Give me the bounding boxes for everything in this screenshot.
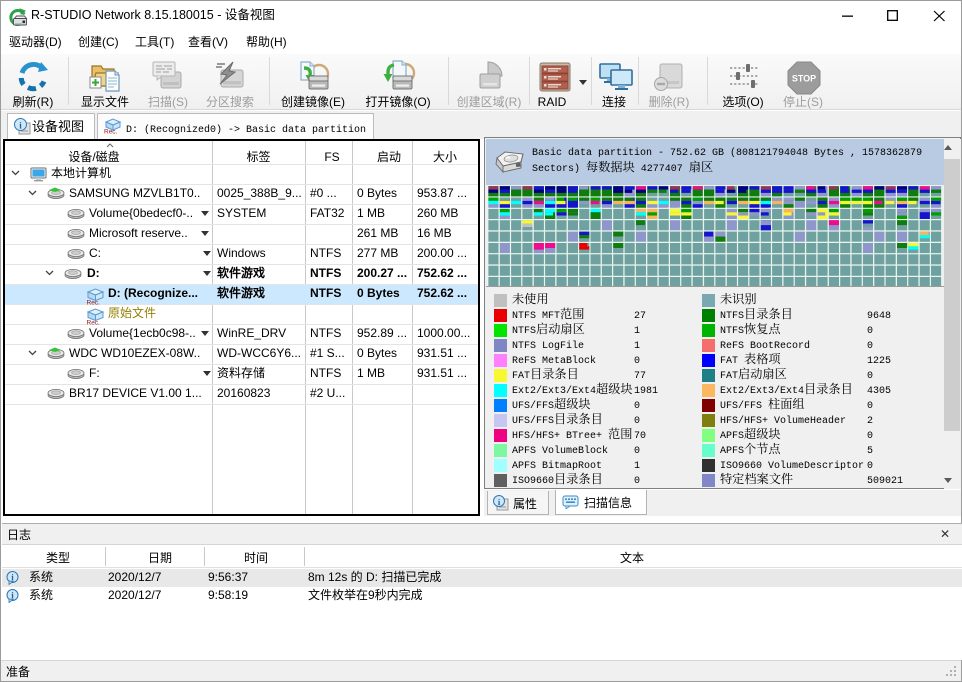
svg-text:Rec.: Rec. xyxy=(104,129,118,135)
svg-text:STOP: STOP xyxy=(792,74,816,84)
